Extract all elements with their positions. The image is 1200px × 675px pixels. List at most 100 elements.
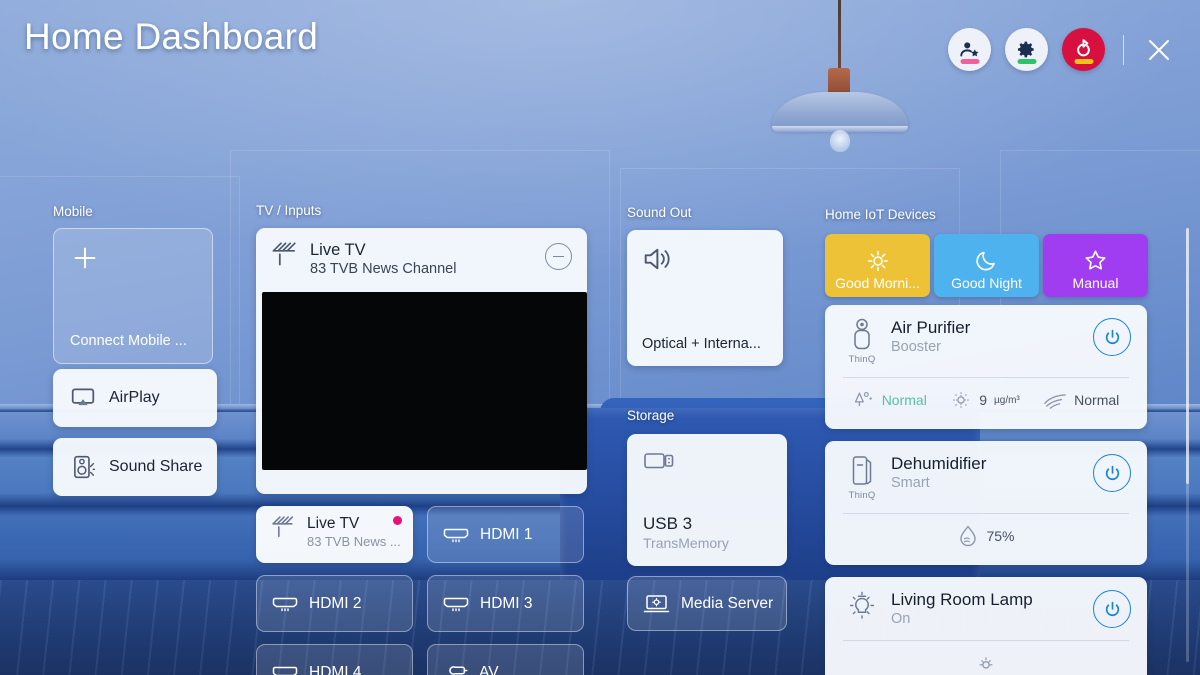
metric-value: Normal	[881, 392, 927, 408]
settings-underline	[1017, 59, 1036, 64]
connect-mobile-label: Connect Mobile ...	[70, 333, 187, 349]
input-tile-hdmi-1[interactable]: HDMI 1	[427, 506, 584, 563]
power-icon	[1105, 601, 1119, 616]
user-profile-button[interactable]	[948, 28, 991, 71]
pendant-lamp-bulb	[830, 130, 850, 152]
airflow-icon	[1044, 394, 1067, 409]
vertical-scrollbar-track[interactable]	[1186, 228, 1189, 662]
sound-share-icon	[74, 455, 96, 479]
dehumidifier-icon	[852, 456, 872, 485]
scene-label: Good Morni...	[835, 275, 920, 291]
sound-out-card[interactable]: Optical + Interna...	[627, 230, 783, 366]
iot-brand-label: ThinQ	[848, 490, 876, 501]
user-star-icon	[959, 41, 979, 56]
metric-humidity: 75%	[957, 524, 1015, 548]
input-tile-hdmi-3[interactable]: HDMI 3	[427, 575, 584, 632]
antenna-icon	[272, 242, 296, 266]
input-tile-live-tv[interactable]: Live TV 83 TVB News ...	[256, 506, 413, 563]
live-tv-remove-button[interactable]	[545, 243, 572, 270]
media-server-tile[interactable]: Media Server	[627, 576, 787, 631]
air-quality-icon	[854, 391, 872, 407]
gear-icon	[1017, 41, 1034, 58]
power-icon	[1105, 465, 1119, 480]
settings-button[interactable]	[1005, 28, 1048, 71]
iot-device-mode: Smart	[891, 475, 930, 492]
airplay-icon	[71, 388, 95, 406]
iot-device-mode: Booster	[891, 339, 941, 356]
bulb-icon	[849, 591, 875, 619]
metric-value: 75%	[986, 528, 1015, 544]
input-tile-label: Live TV	[307, 515, 360, 532]
iot-device-name: Dehumidifier	[891, 454, 987, 473]
sound-out-label: Optical + Interna...	[642, 336, 761, 352]
humidity-drop-icon	[960, 525, 977, 547]
input-tile-hdmi-4[interactable]: HDMI 4	[256, 644, 413, 675]
input-tile-label: HDMI 2	[309, 594, 362, 612]
page-title: Home Dashboard	[24, 16, 319, 57]
scene-label: Good Night	[951, 275, 1022, 291]
air-purifier-icon	[854, 318, 870, 350]
usb-storage-card[interactable]: USB 3 TransMemory	[627, 434, 787, 566]
plus-icon	[74, 247, 96, 269]
moon-icon	[975, 251, 995, 271]
usb-texts: USB 3 TransMemory	[643, 514, 771, 551]
iot-device-header: ThinQ Dehumidifier Smart	[841, 454, 1131, 501]
dust-icon	[953, 392, 969, 408]
input-tile-hdmi-2[interactable]: HDMI 2	[256, 575, 413, 632]
input-tile-av[interactable]: AV	[427, 644, 584, 675]
av-plug-icon	[449, 665, 468, 675]
scene-button-manual[interactable]: Manual	[1043, 234, 1148, 297]
iot-device-dehumidifier[interactable]: ThinQ Dehumidifier Smart 75%	[825, 441, 1147, 565]
hdmi-icon	[443, 528, 469, 542]
mobile-item-label: AirPlay	[109, 389, 160, 406]
iot-device-icon-wrap	[841, 590, 883, 624]
live-tv-texts: Live TV 83 TVB News Channel	[310, 241, 545, 277]
input-tile-label: HDMI 3	[480, 594, 533, 612]
iot-metrics-row: Normal 9 µg/m³ Normal	[841, 378, 1131, 422]
scene-button-good-night[interactable]: Good Night	[934, 234, 1039, 297]
metric-dust-level: 9 µg/m³	[950, 389, 1020, 411]
hdmi-icon	[272, 597, 298, 611]
power-restart-underline	[1074, 59, 1093, 64]
usb-drive-icon	[644, 453, 674, 469]
power-restart-button[interactable]	[1062, 28, 1105, 71]
input-tile-texts: Live TV 83 TVB News ...	[307, 515, 401, 549]
input-tile-sub: 83 TVB News ...	[307, 534, 401, 549]
media-server-label: Media Server	[681, 594, 774, 612]
close-button[interactable]	[1142, 33, 1176, 67]
input-tile-badge-dot	[393, 516, 402, 525]
iot-power-button[interactable]	[1093, 454, 1131, 492]
input-tile-label: HDMI 4	[309, 663, 362, 675]
iot-device-texts: Living Room Lamp On	[891, 590, 1093, 627]
scene-label: Manual	[1072, 275, 1119, 291]
mobile-item-airplay[interactable]: AirPlay	[53, 369, 217, 427]
header-actions	[948, 28, 1176, 71]
vertical-scrollbar-thumb[interactable]	[1186, 228, 1189, 484]
home-dashboard-screen: Home Dashboard Mobile TV / Inputs Sound …	[0, 0, 1200, 675]
mobile-item-sound-share[interactable]: Sound Share	[53, 438, 217, 496]
connect-mobile-card[interactable]: Connect Mobile ...	[53, 228, 213, 364]
iot-power-button[interactable]	[1093, 318, 1131, 356]
power-restart-icon	[1077, 39, 1090, 57]
iot-device-icon-wrap: ThinQ	[841, 318, 883, 365]
live-tv-video-preview[interactable]	[262, 292, 587, 470]
close-icon	[1149, 39, 1169, 60]
iot-power-button[interactable]	[1093, 590, 1131, 628]
hdmi-icon	[443, 597, 469, 611]
iot-device-name: Living Room Lamp	[891, 590, 1033, 609]
user-profile-underline	[960, 59, 979, 64]
section-label-sound-out: Sound Out	[627, 205, 692, 220]
metric-airflow: Normal	[1043, 389, 1119, 411]
iot-metrics-row	[841, 641, 1131, 675]
iot-device-living-room-lamp[interactable]: Living Room Lamp On	[825, 577, 1147, 675]
laptop-icon	[643, 594, 670, 612]
iot-device-air-purifier[interactable]: ThinQ Air Purifier Booster Normal 9 µg/m…	[825, 305, 1147, 429]
minus-circle-icon	[553, 255, 564, 258]
scene-button-good-morning[interactable]: Good Morni...	[825, 234, 930, 297]
section-label-storage: Storage	[627, 408, 675, 423]
pendant-lamp-cord	[838, 0, 841, 72]
brightness-icon	[979, 657, 993, 669]
live-tv-header: Live TV 83 TVB News Channel	[271, 241, 572, 277]
iot-metrics-row: 75%	[841, 514, 1131, 558]
metric-value: Normal	[1074, 392, 1120, 408]
